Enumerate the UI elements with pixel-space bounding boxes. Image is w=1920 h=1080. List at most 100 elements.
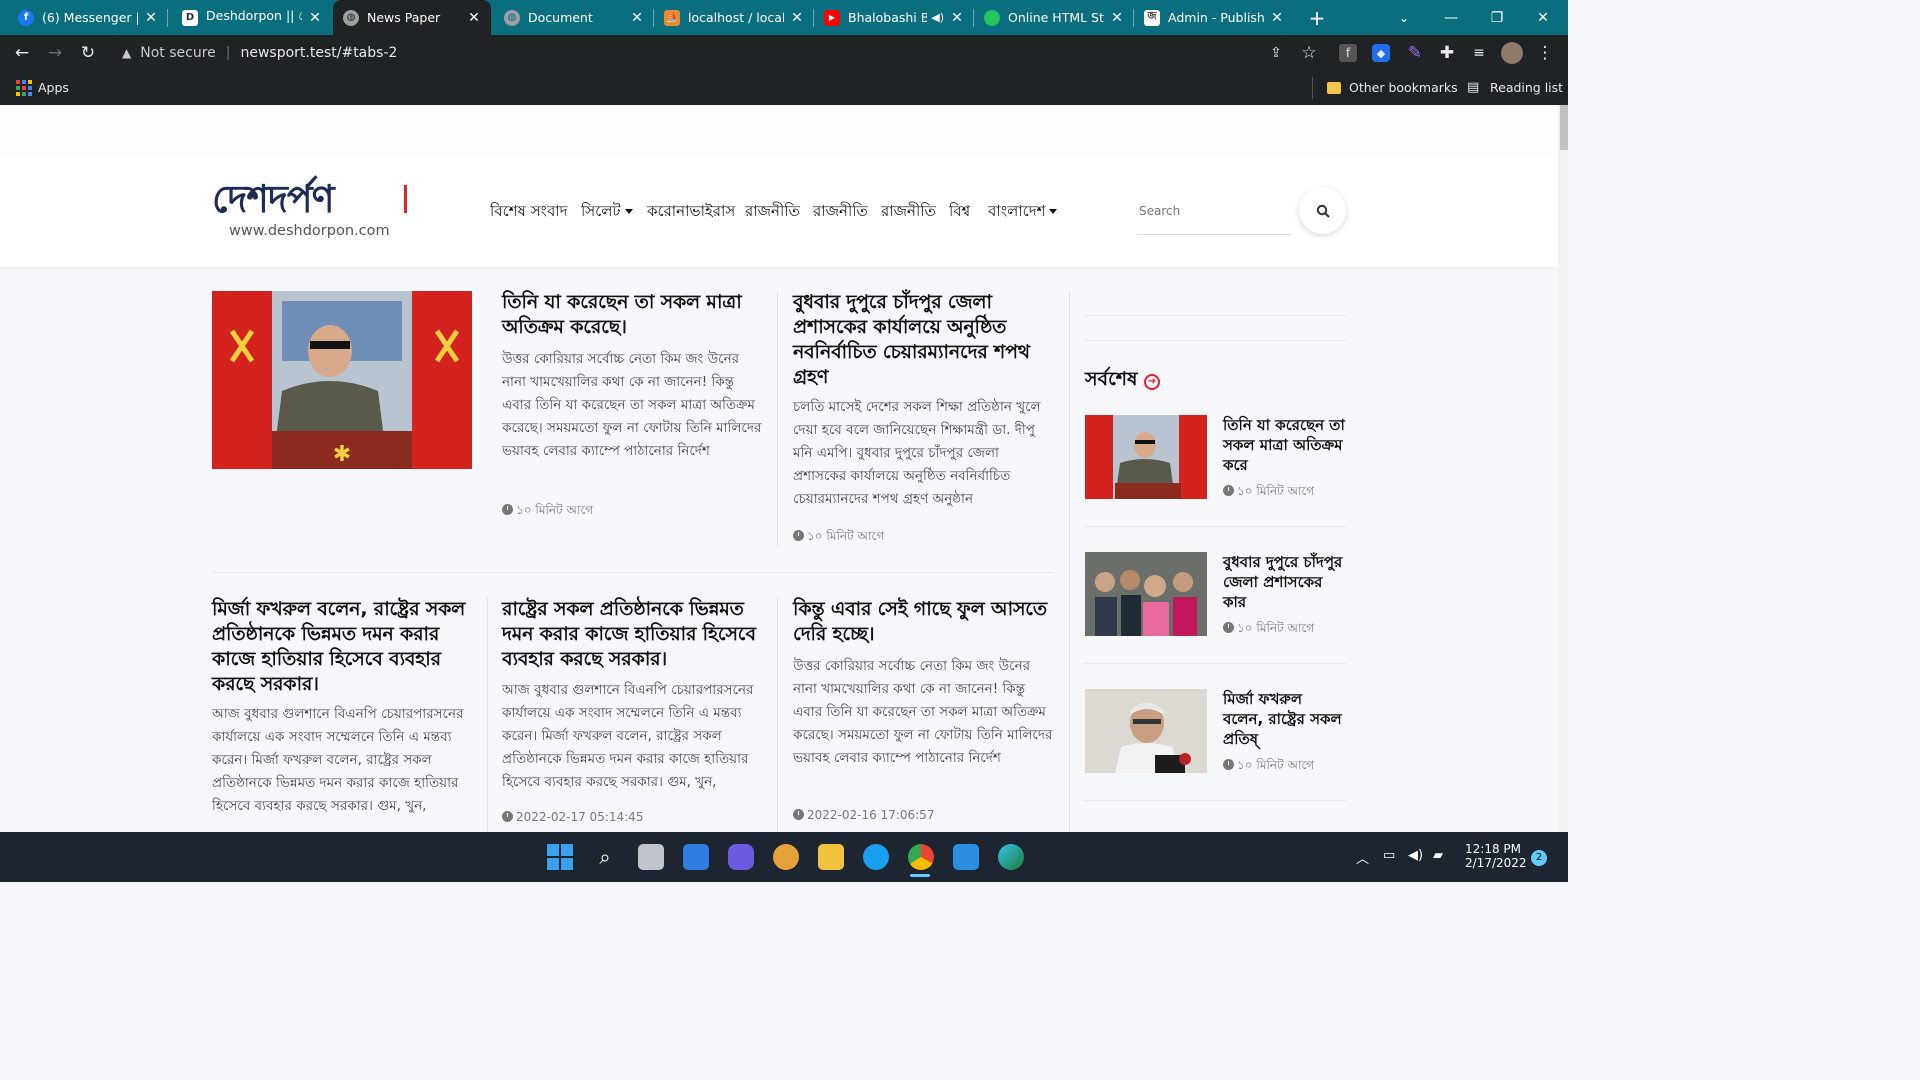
share-icon[interactable]: ⇪ — [1265, 42, 1287, 64]
security-label[interactable]: Not secure — [140, 45, 216, 61]
apps-bookmark[interactable]: Apps — [38, 80, 69, 95]
article-title[interactable]: তিনি যা করেছেন তা সকল মাত্রা অতিক্রম করে… — [502, 290, 752, 340]
forward-icon[interactable]: → — [44, 42, 66, 64]
article-excerpt: উত্তর কোরিয়ার সর্বোচ্চ নেতা কিম জং উনের… — [502, 351, 762, 459]
nav-item-politics-3[interactable]: রাজনীতি — [881, 200, 936, 225]
battery-icon[interactable]: ▰ — [1433, 848, 1443, 863]
sidebar-photo — [1085, 689, 1207, 773]
search-input[interactable] — [1137, 187, 1291, 235]
article-title[interactable]: বুধবার দুপুরে চাঁদপুর জেলা প্রশাসকের কার… — [793, 290, 1043, 390]
speaker-icon[interactable]: ◀) — [931, 11, 944, 24]
scrollbar-thumb[interactable] — [1560, 105, 1568, 150]
feather-extension-icon[interactable]: ✎ — [1404, 42, 1426, 64]
tab-admin-publish[interactable]: জ Admin - Publish N ✕ — [1134, 0, 1294, 35]
time-text: ১০ মিনিট আগে — [516, 503, 594, 517]
tab-messenger[interactable]: f (6) Messenger | Fa ✕ — [8, 0, 168, 35]
windows-start-icon[interactable] — [547, 844, 573, 870]
deshdorpon-icon: D — [182, 9, 198, 26]
close-icon[interactable]: ✕ — [950, 10, 964, 26]
tab-news-paper[interactable]: ◍ News Paper ✕ — [333, 0, 491, 35]
nav-item-coronavirus[interactable]: করোনাভাইরাস — [647, 200, 735, 225]
youtube-icon: ▶ — [824, 9, 840, 26]
sidebar-divider — [1085, 800, 1346, 801]
tab-document[interactable]: ◍ Document ✕ — [494, 0, 654, 35]
arrow-right-circle-icon[interactable]: ➜ — [1144, 374, 1161, 390]
sidebar-item-title[interactable]: বুধবার দুপুরে চাঁদপুর জেলা প্রশাসকের কার — [1223, 552, 1346, 612]
avatar[interactable] — [1501, 42, 1523, 64]
search-button[interactable] — [1299, 187, 1346, 234]
nav-item-bangladesh[interactable]: বাংলাদেশ — [988, 200, 1058, 225]
menu-kebab-icon[interactable]: ⋮ — [1534, 42, 1556, 64]
close-icon[interactable]: ✕ — [790, 10, 804, 26]
teams-chat-icon[interactable] — [728, 844, 754, 870]
volume-icon[interactable]: ◀) — [1408, 848, 1423, 863]
article-title[interactable]: রাষ্ট্রের সকল প্রতিষ্ঠানকে ভিন্নমত দমন ক… — [502, 597, 760, 672]
address-bar[interactable]: ▲ Not secure | newsport.test/#tabs-2 — [108, 39, 1298, 67]
notification-badge[interactable]: 2 — [1531, 850, 1547, 866]
new-tab-button[interactable]: + — [1300, 0, 1334, 35]
close-icon[interactable]: ✕ — [630, 10, 644, 26]
url-text[interactable]: newsport.test/#tabs-2 — [240, 45, 397, 61]
tab-phpmyadmin[interactable]: ⛵ localhost / localh ✕ — [654, 0, 814, 35]
apps-grid-icon[interactable] — [16, 80, 32, 96]
reading-list[interactable]: Reading list — [1490, 80, 1563, 95]
reload-icon[interactable]: ↻ — [77, 42, 99, 64]
close-icon[interactable]: ✕ — [1110, 10, 1124, 26]
task-view-icon[interactable] — [638, 844, 664, 870]
puzzle-extensions-icon[interactable]: ✚ — [1436, 42, 1458, 64]
sidebar-item-title[interactable]: তিনি যা করেছেন তা সকল মাত্রা অতিক্রম করে — [1223, 415, 1346, 475]
sidebar-item-time: ১০ মিনিট আগে — [1223, 620, 1314, 640]
nav-item-politics-2[interactable]: রাজনীতি — [813, 200, 868, 225]
restore-button[interactable]: ❐ — [1474, 0, 1520, 35]
app-icon[interactable] — [773, 844, 799, 870]
tab-title: Online HTML Strip — [1008, 10, 1104, 25]
chevron-down-icon — [1049, 209, 1058, 214]
nav-item-world[interactable]: বিশ্ব — [949, 200, 970, 225]
sidebar-thumb[interactable] — [1085, 552, 1207, 636]
edge-dev-icon[interactable] — [863, 844, 889, 870]
column-divider — [1069, 291, 1070, 832]
article-title[interactable]: কিন্তু এবার সেই গাছে ফুল আসতে দেরি হচ্ছে… — [793, 597, 1051, 647]
facebook-extension-icon[interactable]: f — [1339, 44, 1357, 62]
close-icon[interactable]: ✕ — [144, 10, 158, 26]
article-excerpt: উত্তর কোরিয়ার সর্বোচ্চ নেতা কিম জং উনের… — [793, 658, 1053, 766]
close-icon[interactable]: ✕ — [1270, 10, 1284, 26]
tab-deshdorpon[interactable]: D Deshdorpon || দে ✕ — [172, 0, 332, 35]
tab-search-icon[interactable]: ⌄ — [1381, 0, 1427, 35]
sidebar-item-title[interactable]: মির্জা ফখরুল বলেন, রাষ্ট্রের সকল প্রতিষ্ — [1223, 689, 1346, 749]
close-icon[interactable]: ✕ — [308, 10, 322, 26]
edge-icon[interactable] — [998, 844, 1024, 870]
browser-toolbar: ← → ↻ ▲ Not secure | newsport.test/#tabs… — [0, 35, 1568, 71]
nav-item-special-news[interactable]: বিশেষ সংবাদ — [490, 200, 568, 225]
close-window-button[interactable]: ✕ — [1520, 0, 1566, 35]
sidebar-thumb[interactable] — [1085, 415, 1207, 499]
chrome-icon[interactable] — [908, 844, 934, 870]
page-scrollbar[interactable] — [1558, 105, 1568, 832]
time-text: ১০ মিনিট আগে — [807, 529, 885, 543]
vscode-icon[interactable] — [953, 844, 979, 870]
tab-separator — [167, 9, 168, 27]
close-icon[interactable]: ✕ — [467, 10, 481, 26]
sidebar-thumb[interactable] — [1085, 689, 1207, 773]
widgets-icon[interactable] — [683, 844, 709, 870]
tab-title: (6) Messenger | Fa — [42, 10, 138, 25]
other-bookmarks[interactable]: Other bookmarks — [1349, 80, 1458, 95]
tab-html-strip[interactable]: Online HTML Strip ✕ — [974, 0, 1134, 35]
article-title[interactable]: মির্জা ফখরুল বলেন, রাষ্ট্রের সকল প্রতিষ্… — [212, 597, 470, 697]
network-icon[interactable]: ▭ — [1383, 848, 1395, 863]
file-explorer-icon[interactable] — [818, 844, 844, 870]
back-icon[interactable]: ← — [11, 42, 33, 64]
nav-item-politics-1[interactable]: রাজনীতি — [745, 200, 800, 225]
search-icon[interactable]: ⌕ — [592, 844, 618, 870]
extension-icon[interactable]: ◆ — [1372, 44, 1390, 62]
tab-youtube[interactable]: ▶ Bhalobashi B ◀) ✕ — [814, 0, 974, 35]
minimize-button[interactable]: — — [1428, 0, 1474, 35]
chevron-up-icon[interactable]: ︿ — [1356, 848, 1369, 867]
clock[interactable]: 12:18 PM 2/17/2022 — [1465, 842, 1527, 870]
nav-item-sylhet[interactable]: সিলেট — [581, 200, 633, 225]
clock-icon — [502, 811, 513, 822]
media-controls-icon[interactable]: ≡ — [1468, 42, 1490, 64]
bookmark-star-icon[interactable]: ☆ — [1298, 42, 1320, 64]
site-logo[interactable]: দেশদর্পণ www.deshdorpon.com — [212, 178, 390, 242]
article-image-kim[interactable]: ✱ — [212, 291, 472, 469]
